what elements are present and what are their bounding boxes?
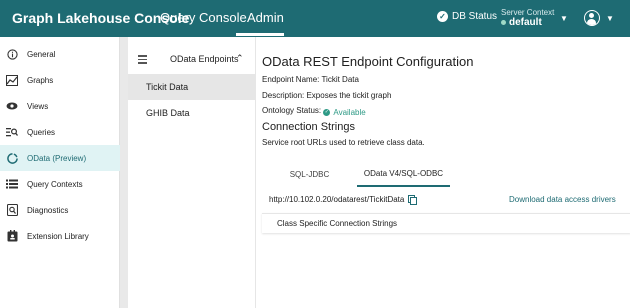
endpoint-item-tickit-data[interactable]: Tickit Data	[128, 74, 255, 100]
graph-icon	[6, 74, 18, 86]
db-status-label: DB Status	[452, 11, 498, 22]
check-circle-icon: ✓	[323, 108, 331, 116]
endpoint-item-ghib-data[interactable]: GHIB Data	[128, 100, 255, 126]
download-drivers-link[interactable]: Download data access drivers	[509, 195, 616, 204]
ontology-status-label: Ontology Status:	[262, 106, 322, 115]
sidebar-item-diagnostics[interactable]: Diagnostics	[0, 197, 120, 223]
sidebar-item-label: Views	[27, 101, 49, 111]
diagnostics-icon	[6, 204, 18, 216]
sidebar-item-label: OData (Preview)	[27, 153, 87, 163]
page-title: OData REST Endpoint Configuration	[262, 54, 474, 69]
nav-admin[interactable]: Admin	[247, 10, 284, 25]
admin-sidebar: General Graphs Views Queries OData (Prev…	[0, 37, 120, 308]
endpoints-title[interactable]: OData Endpoints	[170, 54, 239, 64]
sidebar-item-graphs[interactable]: Graphs	[0, 67, 120, 93]
server-context-selector[interactable]: Server Context default	[501, 8, 554, 28]
sidebar-item-query-contexts[interactable]: Query Contexts	[0, 171, 120, 197]
sidebar-item-label: General	[27, 49, 56, 59]
ontology-status-value: Available	[333, 107, 366, 117]
query-icon	[6, 126, 18, 138]
section-title: Connection Strings	[262, 121, 355, 133]
info-icon	[6, 48, 18, 60]
section-description: Service root URLs used to retrieve class…	[262, 138, 425, 147]
copy-icon[interactable]	[408, 195, 418, 205]
class-panel-label: Class Specific Connection Strings	[277, 219, 398, 228]
sidebar-item-label: Graphs	[27, 75, 54, 85]
sidebar-item-queries[interactable]: Queries	[0, 119, 120, 145]
divider-band	[120, 37, 128, 308]
sidebar-item-label: Query Contexts	[27, 179, 83, 189]
top-app-bar: Graph Lakehouse Console Query Console Ad…	[0, 0, 630, 37]
menu-icon[interactable]	[138, 55, 147, 66]
sidebar-item-views[interactable]: Views	[0, 93, 120, 119]
chevron-down-icon[interactable]: ▼	[560, 14, 568, 23]
tab-odata-v4-sql-odbc[interactable]: OData V4/SQL-ODBC	[357, 161, 450, 187]
odata-endpoints-panel: OData Endpoints ⌃ Tickit Data GHIB Data	[128, 37, 255, 308]
status-dot-icon	[501, 20, 506, 25]
sidebar-item-label: Diagnostics	[27, 205, 69, 215]
endpoint-config-panel: OData REST Endpoint Configuration Endpoi…	[255, 37, 630, 308]
sidebar-item-label: Extension Library	[27, 231, 89, 241]
db-status-button[interactable]: ✓ DB Status	[437, 11, 497, 22]
odata-endpoints-header: OData Endpoints ⌃	[128, 48, 255, 70]
server-context-label: Server Context	[501, 8, 555, 17]
ontology-status: Ontology Status: ✓ Available	[262, 106, 366, 117]
sidebar-item-label: Queries	[27, 127, 56, 137]
check-circle-icon: ✓	[437, 11, 448, 22]
odata-icon	[6, 152, 18, 164]
service-url-text: http://10.102.0.20/odatarest/TickitData	[269, 195, 405, 204]
list-icon	[6, 178, 18, 190]
nav-query-console[interactable]: Query Console	[160, 10, 247, 25]
service-root-url: http://10.102.0.20/odatarest/TickitData	[269, 195, 418, 205]
active-nav-indicator	[236, 33, 284, 36]
endpoint-name: Endpoint Name: Tickit Data	[262, 75, 359, 84]
chevron-up-icon[interactable]: ⌃	[236, 53, 244, 64]
account-circle-icon	[584, 10, 600, 26]
user-menu[interactable]: ▼	[584, 10, 614, 26]
eye-icon	[6, 100, 18, 112]
tab-sql-jdbc[interactable]: SQL-JDBC	[262, 161, 357, 187]
endpoint-description: Description: Exposes the tickit graph	[262, 91, 392, 100]
status-badge: ✓ Available	[323, 107, 366, 117]
sidebar-item-general[interactable]: General	[0, 41, 120, 67]
library-icon	[6, 230, 18, 242]
sidebar-item-extension-library[interactable]: Extension Library	[0, 223, 120, 249]
class-connection-strings-panel[interactable]: Class Specific Connection Strings	[262, 213, 630, 233]
sidebar-item-odata[interactable]: OData (Preview)	[0, 145, 120, 171]
chevron-down-icon: ▼	[606, 13, 614, 23]
server-context-value: default	[509, 17, 542, 28]
